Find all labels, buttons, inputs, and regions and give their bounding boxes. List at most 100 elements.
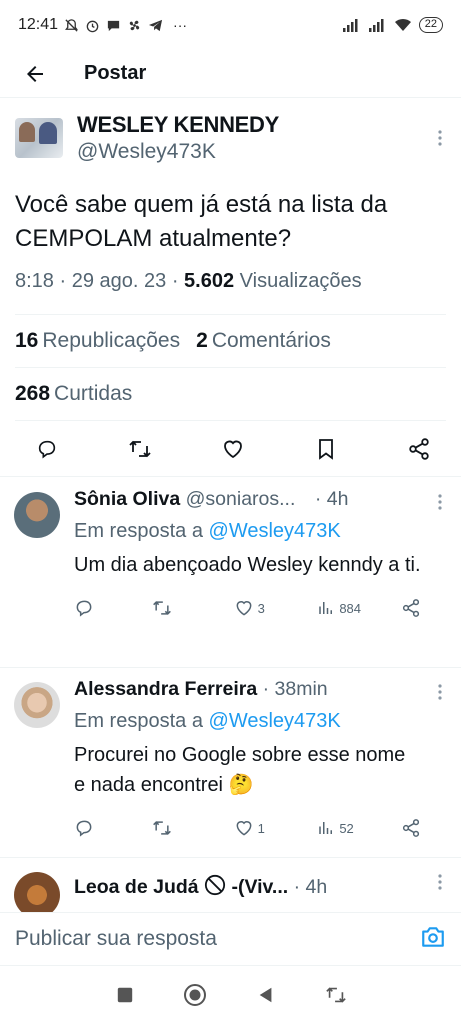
share-button[interactable]: [407, 437, 431, 461]
reply-more-button[interactable]: [437, 872, 443, 897]
reply-view-count: 884: [339, 600, 362, 616]
reply-author-name[interactable]: Alessandra Ferreira: [74, 678, 257, 700]
share-icon: [409, 437, 429, 460]
reply-prefix: Em resposta a: [74, 520, 203, 542]
home-button[interactable]: [180, 980, 210, 1010]
reply-compose-bar[interactable]: Publicar sua resposta: [0, 912, 461, 966]
reply-retweet-button[interactable]: [152, 598, 234, 618]
reply-share-button[interactable]: [401, 598, 421, 618]
reply-author-name[interactable]: Sônia Oliva: [74, 488, 180, 510]
heart-icon: [236, 601, 252, 616]
reply-actions: 1 52: [74, 808, 421, 848]
retweet-button[interactable]: [128, 437, 152, 461]
reply-view-count: 52: [339, 820, 354, 836]
camera-icon: [422, 926, 444, 947]
reply-time: · 38min: [262, 678, 328, 700]
author-row: WESLEY KENNEDY @Wesley473K: [0, 108, 461, 168]
author-name[interactable]: WESLEY KENNEDY: [77, 112, 279, 138]
reply-like-button[interactable]: 3: [234, 598, 318, 618]
back-button[interactable]: [20, 59, 50, 89]
tweet-more-button[interactable]: [437, 128, 443, 153]
author-avatar[interactable]: [15, 118, 63, 158]
app-header: Postar: [0, 50, 461, 98]
reposts-count[interactable]: 16: [15, 329, 38, 353]
reply-context: Em resposta a @Wesley473K: [74, 706, 421, 736]
retweet-icon: [129, 440, 151, 457]
reply-time: · 4h: [314, 488, 349, 510]
reply-input[interactable]: Publicar sua resposta: [15, 927, 217, 951]
reply-item[interactable]: Alessandra Ferreira · 38min Em resposta …: [0, 668, 461, 858]
more-vertical-icon: [438, 684, 442, 700]
reply-like-count: 3: [257, 600, 265, 616]
camera-button[interactable]: [420, 924, 446, 955]
back-nav-button[interactable]: [251, 980, 281, 1010]
reply-author-name[interactable]: Leoa de Judá: [74, 876, 199, 898]
reply-comment-button[interactable]: [74, 818, 152, 838]
bookmark-icon: [319, 438, 333, 460]
reply-avatar[interactable]: [14, 492, 60, 538]
status-time: 12:41: [18, 16, 59, 33]
reply-more-button[interactable]: [437, 682, 443, 707]
arrow-left-icon: [27, 65, 43, 82]
share-icon: [402, 599, 420, 617]
reply-more-button[interactable]: [437, 492, 443, 517]
reply-comment-button[interactable]: [74, 598, 152, 618]
reply-like-count: 1: [257, 820, 265, 836]
alarm-icon: [85, 18, 100, 33]
tweet-text: Você sabe quem já está na lista da CEMPO…: [15, 191, 388, 252]
retweet-icon: [152, 601, 171, 615]
heart-icon: [224, 440, 242, 458]
likes-label[interactable]: Curtidas: [54, 382, 132, 406]
reply-button[interactable]: [35, 437, 59, 461]
like-button[interactable]: [221, 437, 245, 461]
no-symbol-icon: [204, 874, 226, 902]
tweet-actions: [0, 421, 461, 477]
comment-icon: [76, 820, 92, 837]
muted-bell-icon: [64, 18, 79, 33]
rotate-button[interactable]: [321, 980, 351, 1010]
analytics-icon: [319, 822, 333, 834]
wifi-icon: [393, 18, 413, 32]
circle-icon: [184, 984, 207, 1006]
likes-count[interactable]: 268: [15, 382, 50, 406]
status-more: ···: [173, 17, 188, 33]
reply-like-button[interactable]: 1: [234, 818, 318, 838]
reply-avatar[interactable]: [14, 872, 60, 912]
reply-retweet-button[interactable]: [152, 818, 234, 838]
rotate-icon: [326, 987, 346, 1003]
fan-icon: [127, 18, 142, 33]
reply-share-button[interactable]: [401, 818, 421, 838]
reply-author-handle[interactable]: @soniaros...: [186, 488, 296, 510]
likes-stats: 268 Curtidas: [0, 368, 461, 420]
tweet-date: 29 ago. 23: [71, 270, 167, 292]
comments-label[interactable]: Comentários: [212, 329, 331, 353]
status-bar: 12:41 ··· 22: [0, 0, 461, 50]
views-label: Visualizações: [239, 270, 362, 292]
reply-views-button[interactable]: 52: [317, 819, 401, 837]
chat-icon: [106, 18, 121, 33]
author-handle[interactable]: @Wesley473K: [77, 140, 279, 164]
more-vertical-icon: [438, 874, 442, 890]
heart-icon: [236, 821, 252, 836]
comment-icon: [76, 600, 92, 617]
reply-mention[interactable]: @Wesley473K: [209, 520, 341, 542]
views-count: 5.602: [184, 270, 235, 292]
reply-item[interactable]: Leoa de Judá -(Viv... · 4h: [0, 858, 461, 912]
reply-author-suffix[interactable]: -(Viv...: [231, 876, 288, 898]
comment-icon: [38, 440, 56, 458]
bookmark-button[interactable]: [314, 437, 338, 461]
recents-button[interactable]: [110, 980, 140, 1010]
comments-count[interactable]: 2: [196, 329, 208, 353]
battery-indicator: 22: [418, 17, 443, 33]
reply-item[interactable]: Sônia Oliva @soniaros... · 4h Em respost…: [0, 478, 461, 668]
main-tweet: WESLEY KENNEDY @Wesley473K Você sabe que…: [0, 108, 461, 477]
reply-avatar[interactable]: [14, 682, 60, 728]
signal-icon-2: [367, 18, 387, 32]
square-icon: [117, 987, 133, 1003]
reposts-label[interactable]: Republicações: [42, 329, 180, 353]
tweet-meta: 8:18 · 29 ago. 23 · 5.602 Visualizações: [15, 270, 362, 292]
reply-views-button[interactable]: 884: [317, 599, 401, 617]
reply-mention[interactable]: @Wesley473K: [209, 710, 341, 732]
more-vertical-icon: [438, 130, 442, 146]
page-title: Postar: [84, 62, 147, 84]
